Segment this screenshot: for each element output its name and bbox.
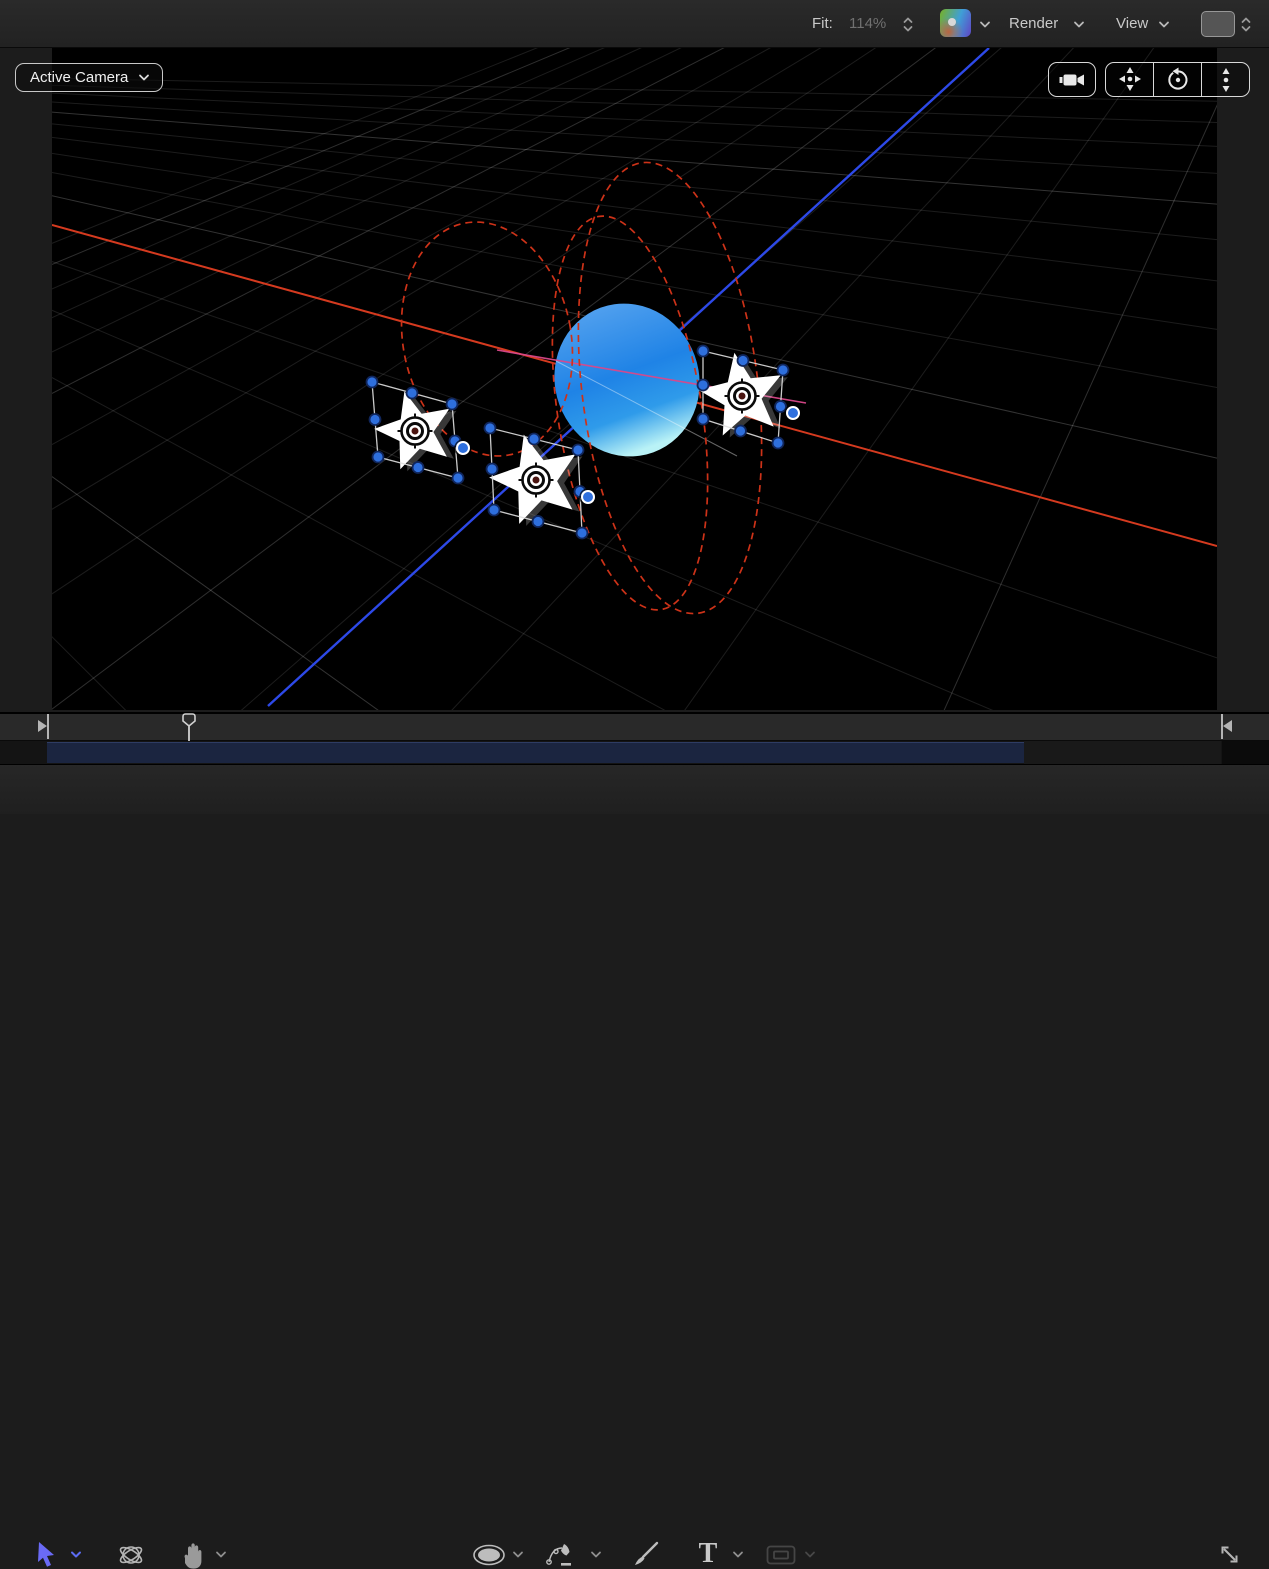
orbit-icon: [1165, 67, 1191, 93]
out-point-line: [1221, 714, 1223, 739]
render-chevron-icon[interactable]: [1073, 21, 1085, 29]
mini-timeline[interactable]: [0, 741, 1269, 764]
bezier-tool-button[interactable]: [545, 1541, 575, 1569]
text-tool-button[interactable]: T: [695, 1538, 721, 1568]
camera-select-menu[interactable]: Active Camera: [15, 63, 163, 92]
bottom-toolbar: T: [0, 764, 1269, 814]
fit-label: Fit:: [812, 0, 833, 47]
view-menu[interactable]: View: [1116, 0, 1148, 47]
text-tool-glyph: T: [699, 1538, 718, 1568]
dolly-icon: [1213, 67, 1239, 93]
transform-3d-tool-button[interactable]: [117, 1541, 145, 1569]
top-toolbar: Fit: 114% Render View: [0, 0, 1269, 48]
camera-icon: [1058, 70, 1086, 90]
in-point-line: [47, 714, 49, 739]
window-layout-icon[interactable]: [1201, 11, 1235, 37]
mask-tool-button[interactable]: [766, 1545, 796, 1565]
mini-timeline-empty: [1024, 741, 1221, 764]
swatch-chevron-icon[interactable]: [979, 21, 991, 29]
pan-icon: [1117, 67, 1143, 93]
bezier-tool-chevron-icon[interactable]: [590, 1551, 602, 1559]
in-point-marker[interactable]: [38, 720, 47, 732]
mini-timeline-clip-bar[interactable]: [47, 742, 1024, 763]
fit-zoom-value[interactable]: 114%: [849, 0, 886, 47]
playhead[interactable]: [181, 713, 197, 741]
camera-select-label: Active Camera: [30, 69, 128, 86]
hand-tool-chevron-icon[interactable]: [215, 1551, 227, 1559]
text-tool-chevron-icon[interactable]: [732, 1551, 744, 1559]
canvas-viewport[interactable]: [52, 48, 1217, 710]
camera-control-group: [1105, 62, 1250, 97]
shape-tool-button[interactable]: [472, 1544, 506, 1566]
out-point-marker[interactable]: [1223, 720, 1232, 732]
mini-timeline-end: [1222, 741, 1269, 764]
paint-stroke-tool-button[interactable]: [630, 1541, 660, 1569]
expand-timeline-button[interactable]: [1216, 1541, 1243, 1568]
select-tool-button[interactable]: [34, 1541, 60, 1568]
fit-stepper-icon[interactable]: [903, 16, 913, 33]
pan-camera-button[interactable]: [1106, 63, 1153, 96]
orbit-camera-button[interactable]: [1153, 63, 1201, 96]
swatch-dot-icon: [948, 18, 956, 26]
camera-select-chevron-icon: [138, 74, 150, 82]
mask-tool-chevron-icon[interactable]: [804, 1551, 816, 1559]
show-camera-button[interactable]: [1048, 62, 1096, 97]
view-chevron-icon[interactable]: [1158, 21, 1170, 29]
select-tool-chevron-icon[interactable]: [70, 1551, 82, 1559]
render-menu[interactable]: Render: [1009, 0, 1058, 47]
color-swatch[interactable]: [940, 9, 971, 37]
layout-stepper-icon[interactable]: [1241, 16, 1251, 33]
hand-tool-button[interactable]: [180, 1541, 206, 1569]
shape-tool-chevron-icon[interactable]: [512, 1551, 524, 1559]
dolly-camera-button[interactable]: [1201, 63, 1249, 96]
